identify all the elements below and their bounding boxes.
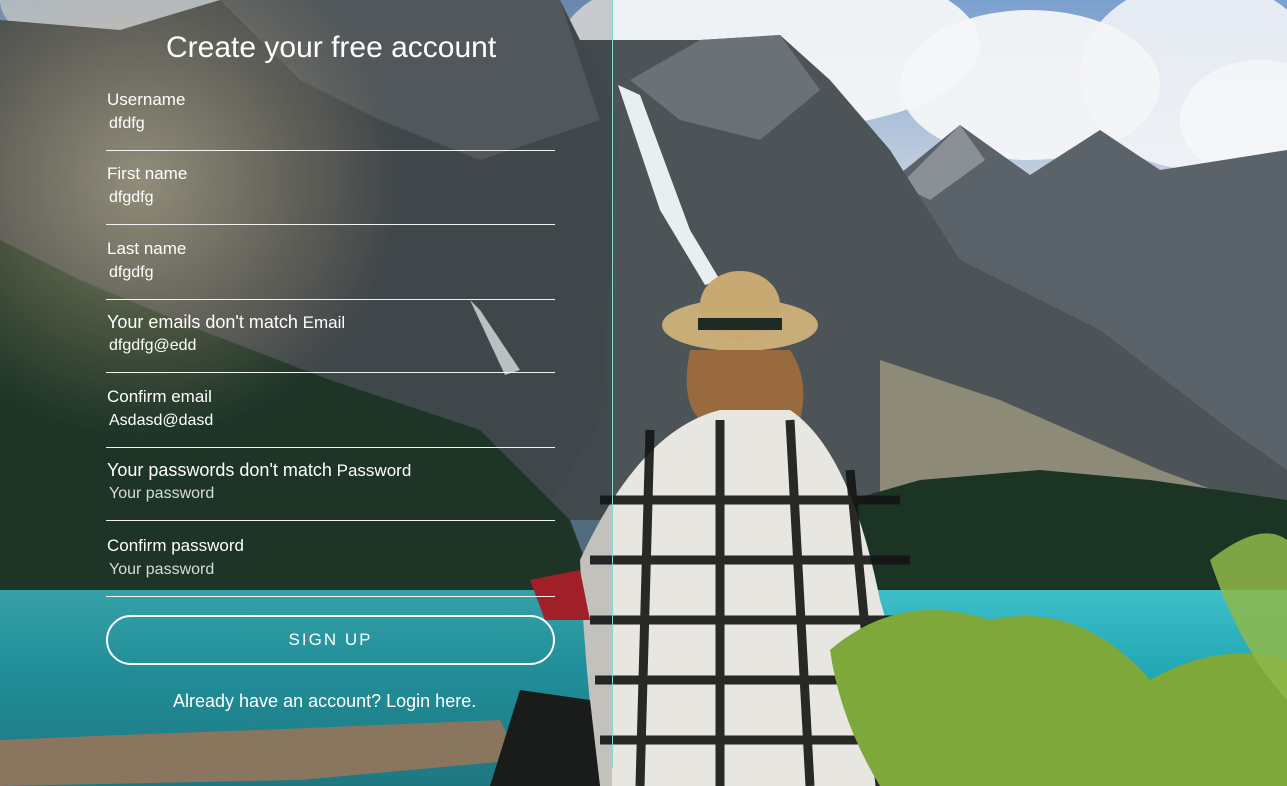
password-mismatch-error: Your passwords don't match	[107, 460, 332, 480]
password-label: Password	[336, 461, 412, 480]
last-name-field: Last name	[106, 239, 555, 300]
password-field: Your passwords don't match Password	[106, 460, 555, 521]
username-label: Username	[107, 90, 186, 109]
vertical-divider	[612, 0, 613, 768]
confirm-password-field: Confirm password	[106, 536, 555, 597]
email-field: Your emails don't match Email	[106, 312, 555, 373]
signup-page: Create your free account Username First …	[0, 0, 1287, 786]
username-input[interactable]	[109, 113, 549, 135]
first-name-field: First name	[106, 164, 555, 225]
confirm-email-input[interactable]	[109, 410, 549, 432]
email-mismatch-error: Your emails don't match	[107, 312, 298, 332]
first-name-input[interactable]	[109, 187, 549, 209]
email-label: Email	[302, 313, 346, 332]
confirm-password-input[interactable]	[109, 559, 549, 581]
first-name-label: First name	[107, 164, 188, 183]
confirm-email-label: Confirm email	[107, 387, 212, 406]
last-name-input[interactable]	[109, 262, 549, 284]
email-input[interactable]	[109, 335, 549, 357]
confirm-email-field: Confirm email	[106, 387, 555, 448]
last-name-label: Last name	[107, 239, 187, 258]
password-input[interactable]	[109, 483, 549, 505]
username-field: Username	[106, 90, 555, 151]
confirm-password-label: Confirm password	[107, 536, 244, 555]
form-title: Create your free account	[166, 31, 497, 64]
login-link[interactable]: Already have an account? Login here.	[173, 691, 476, 712]
sign-up-button[interactable]: SIGN UP	[106, 615, 555, 665]
